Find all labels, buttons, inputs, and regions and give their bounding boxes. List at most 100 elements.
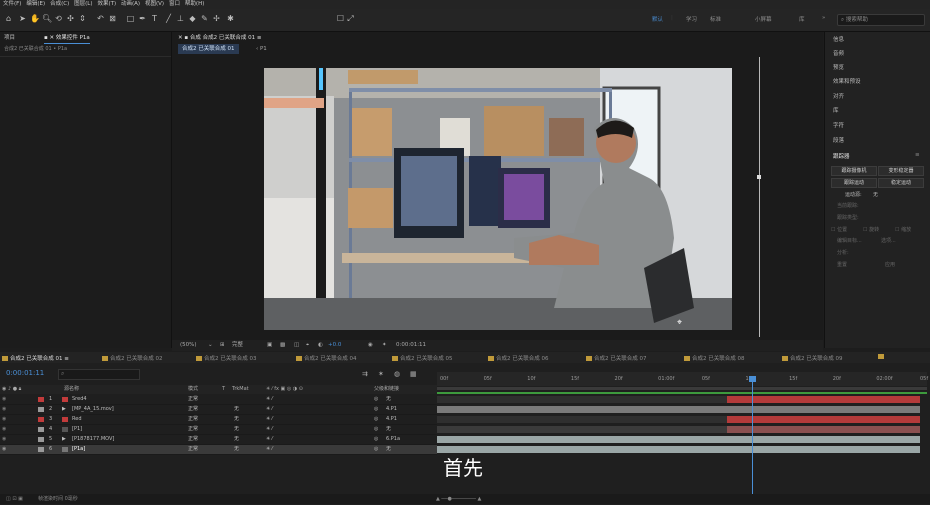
anchor-tool-icon[interactable]: ⊠ <box>108 14 117 23</box>
layer-parent[interactable]: 无 <box>386 425 391 434</box>
workspace-small-screen[interactable]: 小屏幕 <box>755 15 772 23</box>
table-row[interactable]: ◉ 5 ▶ [P1878177.MOV] 正常 无 ✳ ⁄ ◎ 6.P1a <box>0 435 437 445</box>
layer-bar-5[interactable] <box>437 436 920 443</box>
breadcrumb-layer[interactable]: ‹ P1 <box>256 44 267 54</box>
parent-pickwhip-icon[interactable]: ◎ <box>374 435 378 444</box>
layer-switches-icon[interactable]: ✳ ⁄ <box>266 425 273 434</box>
scale-checkbox[interactable]: ☐ 缩放 <box>895 226 911 233</box>
rectangle-tool-icon[interactable]: □ <box>126 14 135 23</box>
exposure-value[interactable]: +0.0 <box>328 340 341 351</box>
menu-effect[interactable]: 效果(T) <box>97 0 116 9</box>
layer-trkmat[interactable]: 无 <box>234 445 239 454</box>
menu-file[interactable]: 文件(F) <box>3 0 21 9</box>
pin-tool-icon[interactable]: ✱ <box>226 14 235 23</box>
type-tool-icon[interactable]: T <box>150 14 159 23</box>
guide-handle[interactable] <box>757 175 761 179</box>
grid-icon[interactable]: ⊞ <box>220 340 225 351</box>
clone-tool-icon[interactable]: ⊥ <box>176 14 185 23</box>
layer-name[interactable]: [P1a] <box>72 445 85 454</box>
graph-editor-icon[interactable]: ▦ <box>410 370 417 378</box>
menu-composition[interactable]: 合成(C) <box>50 0 69 9</box>
motion-blur-icon[interactable]: ◍ <box>394 370 400 378</box>
parent-pickwhip-icon[interactable]: ◎ <box>374 405 378 414</box>
tab-composition[interactable]: ✕ ▪ 合成 合成2 已关联合成 01 ≡ <box>178 33 261 43</box>
label-color-swatch[interactable] <box>38 397 44 402</box>
timeline-tab-10[interactable] <box>878 354 886 360</box>
layer-name[interactable]: [MP_4A_15.mov] <box>72 405 114 414</box>
edit-target-button[interactable]: 编辑目标... <box>837 237 862 244</box>
timeline-tab-02[interactable]: 合成2 已关联合成 02 <box>102 354 163 362</box>
layer-bar-3[interactable] <box>727 416 920 423</box>
toggle-icons[interactable]: ◫ ⊡ ▣ <box>6 494 23 504</box>
visibility-icon[interactable]: ◉ <box>2 445 6 454</box>
timeline-tab-01[interactable]: 合成2 已关联合成 01 ≡ <box>2 354 69 362</box>
layer-parent[interactable]: 4.P1 <box>386 405 397 414</box>
layer-name[interactable]: [P1] <box>72 425 82 434</box>
camera-icon[interactable]: ◉ <box>368 340 373 351</box>
tab-project[interactable]: 项目 <box>4 33 15 43</box>
layer-parent[interactable]: 无 <box>386 445 391 454</box>
playhead-handle[interactable] <box>749 376 756 382</box>
timeline-tab-07[interactable]: 合成2 已关联合成 07 <box>586 354 647 362</box>
exposure-icon[interactable]: ◐ <box>318 340 323 351</box>
time-ruler[interactable] <box>437 372 927 386</box>
composition-viewer-frame[interactable] <box>264 68 732 330</box>
layer-name[interactable]: [P1878177.MOV] <box>72 435 114 444</box>
menu-edit[interactable]: 编辑(E) <box>26 0 45 9</box>
timeline-tab-09[interactable]: 合成2 已关联合成 09 <box>782 354 843 362</box>
table-row-selected[interactable]: ◉ 6 [P1a] 正常 无 ✳ ⁄ ◎ 无 <box>0 445 437 455</box>
column-source-name[interactable]: 源名称 <box>64 385 79 394</box>
warp-stabilizer-button[interactable]: 变形稳定器 <box>878 166 924 176</box>
visibility-icon[interactable]: ◉ <box>2 415 6 424</box>
puppet-tool-icon[interactable]: ✢ <box>212 14 221 23</box>
layer-bar-1[interactable] <box>727 396 920 403</box>
column-mode[interactable]: 模式 <box>188 385 198 394</box>
table-row[interactable]: ◉ 2 ▶ [MP_4A_15.mov] 正常 无 ✳ ⁄ ◎ 4.P1 <box>0 405 437 415</box>
panel-info[interactable]: 信息 <box>833 35 844 43</box>
timeline-timecode[interactable]: 0:00:01:11 <box>6 369 44 377</box>
menu-window[interactable]: 窗口 <box>169 0 180 9</box>
pen-tool-icon[interactable]: ✒ <box>138 14 147 23</box>
mask-icon[interactable]: ◫ <box>294 340 299 351</box>
layer-switches-icon[interactable]: ✳ ⁄ <box>266 395 273 404</box>
color-picker-icon[interactable]: ✦ <box>382 340 387 351</box>
layer-mode[interactable]: 正常 <box>188 435 198 444</box>
snap-toggle-icon[interactable]: ☐ <box>336 14 345 23</box>
layer-parent[interactable]: 6.P1a <box>386 435 400 444</box>
selection-tool-icon[interactable]: ➤ <box>18 14 27 23</box>
workspace-library[interactable]: 库 <box>799 15 805 23</box>
comp-flowchart-icon[interactable]: ⇉ <box>362 370 368 378</box>
timeline-tab-03[interactable]: 合成2 已关联合成 03 <box>196 354 257 362</box>
position-checkbox[interactable]: ☐ 位置 <box>831 226 847 233</box>
layer-bar-4[interactable] <box>727 426 920 433</box>
parent-pickwhip-icon[interactable]: ◎ <box>374 445 378 454</box>
zoom-slider[interactable]: ▲ ──●──────── ▲ <box>436 494 481 504</box>
layer-name[interactable]: Red <box>72 415 82 424</box>
layer-bar-2[interactable] <box>437 406 920 413</box>
workspace-standard[interactable]: 标准 <box>710 15 721 23</box>
timeline-tab-04[interactable]: 合成2 已关联合成 04 <box>296 354 357 362</box>
zoom-tool-icon[interactable]: 🔍︎ <box>42 14 52 23</box>
table-row[interactable]: ◉ 3 Red 正常 无 ✳ ⁄ ◎ 4.P1 <box>0 415 437 425</box>
layer-trkmat[interactable]: 无 <box>234 425 239 434</box>
panel-effects-presets[interactable]: 效果和预设 <box>833 77 861 85</box>
hand-tool-icon[interactable]: ✋ <box>30 14 40 23</box>
region-icon[interactable]: ▣ <box>267 340 272 351</box>
apply-button[interactable]: 应用 <box>885 261 895 268</box>
rotation-checkbox[interactable]: ☐ 旋转 <box>863 226 879 233</box>
timeline-tab-06[interactable]: 合成2 已关联合成 06 <box>488 354 549 362</box>
layer-switches-icon[interactable]: ✳ ⁄ <box>266 435 273 444</box>
dolly-tool-icon[interactable]: ⇕ <box>78 14 87 23</box>
menu-help[interactable]: 帮助(H) <box>185 0 204 9</box>
label-color-swatch[interactable] <box>38 407 44 412</box>
layer-switches-icon[interactable]: ✳ ⁄ <box>266 405 273 414</box>
layer-mode[interactable]: 正常 <box>188 425 198 434</box>
track-motion-button[interactable]: 跟踪运动 <box>831 178 877 188</box>
layer-mode[interactable]: 正常 <box>188 415 198 424</box>
parent-pickwhip-icon[interactable]: ◎ <box>374 415 378 424</box>
timeline-tab-05[interactable]: 合成2 已关联合成 05 <box>392 354 453 362</box>
panel-menu-icon[interactable]: ≡ <box>915 152 920 158</box>
view-options-icon[interactable]: ⌖ <box>306 340 309 351</box>
rotate-tool-icon[interactable]: ↶ <box>96 14 105 23</box>
tab-effect-controls[interactable]: ▪ ✕ 效果控件 P1a <box>44 33 90 44</box>
